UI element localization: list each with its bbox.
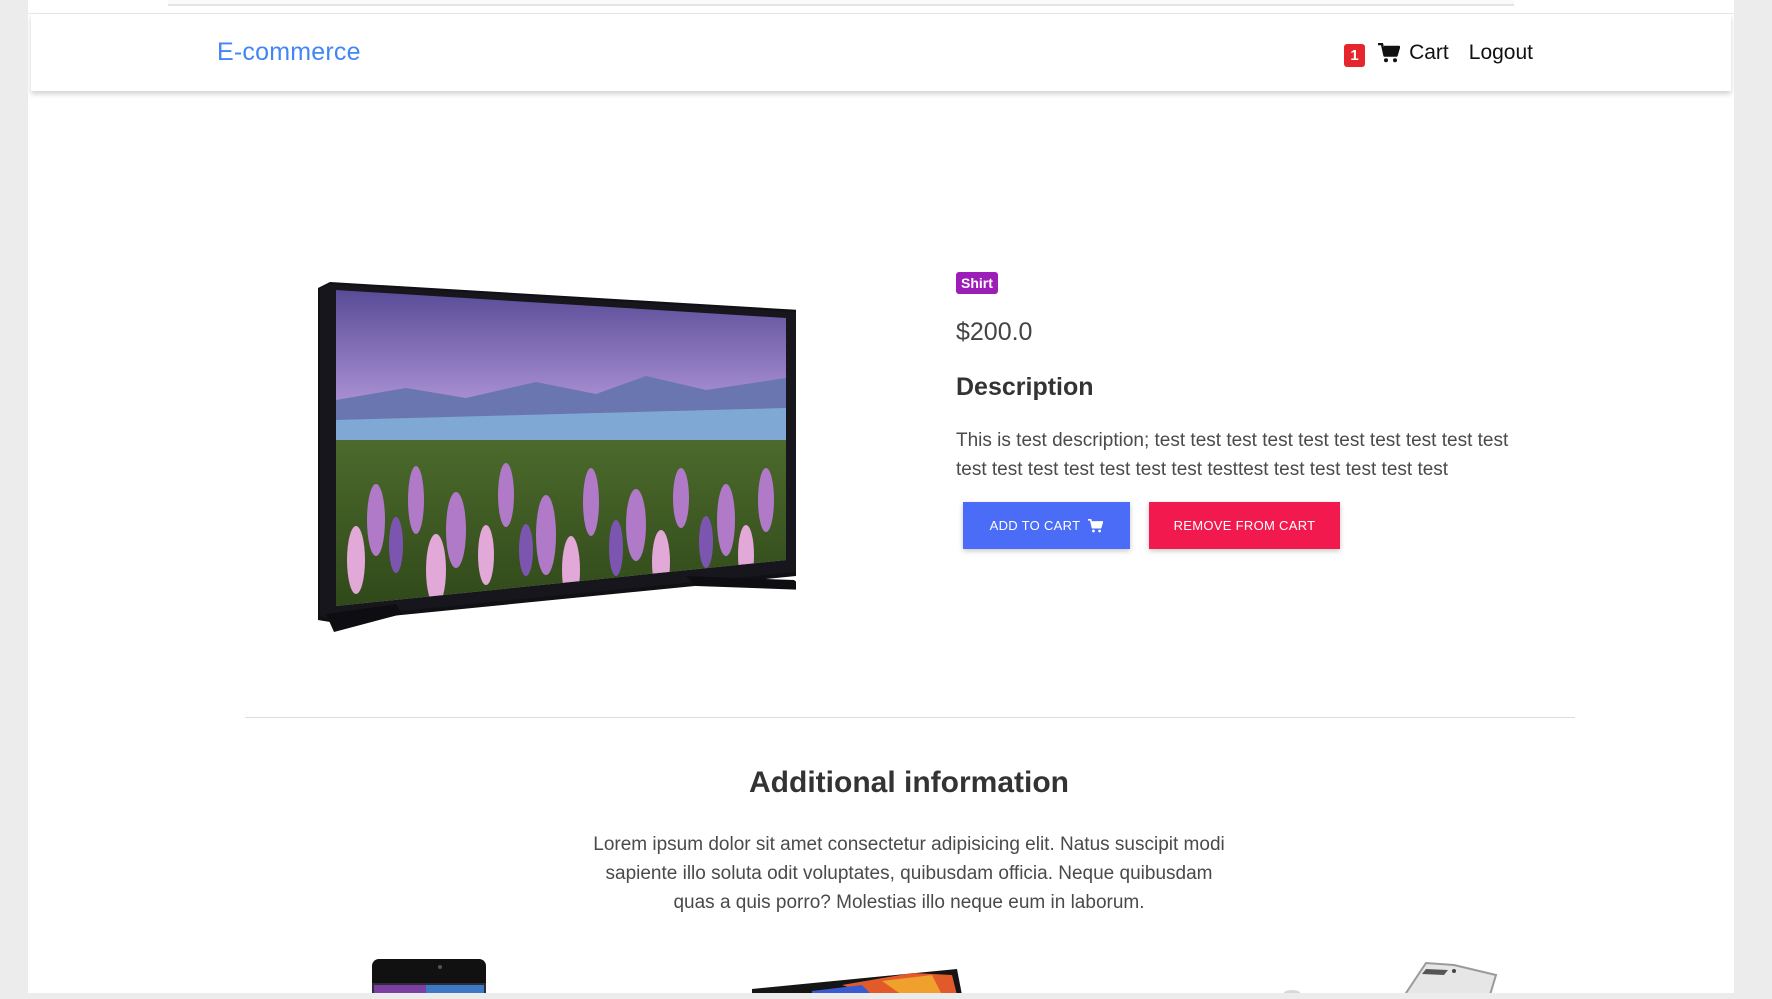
product-description: This is test description; test test test…: [956, 430, 1509, 480]
additional-information-heading: Additional information: [749, 766, 1069, 799]
shopping-cart-icon: [1378, 42, 1401, 62]
product-price: $200.0: [956, 318, 1033, 346]
browser-viewport: E-commerce 1 Cart Logout Shirt $200.0 De…: [28, 0, 1734, 993]
nav-right: 1 Cart Logout: [1344, 38, 1533, 67]
smartphone-thumbnail-image: [1284, 961, 1498, 993]
add-to-cart-button[interactable]: ADD TO CART: [963, 502, 1130, 549]
section-divider: [245, 717, 1575, 718]
logout-link[interactable]: Logout: [1469, 41, 1533, 65]
remove-from-cart-button[interactable]: REMOVE FROM CART: [1149, 502, 1340, 549]
navbar: E-commerce 1 Cart Logout: [31, 14, 1731, 91]
add-to-cart-label: ADD TO CART: [989, 518, 1081, 533]
cart-count-badge: 1: [1344, 44, 1366, 67]
brand-link[interactable]: E-commerce: [217, 38, 361, 67]
phone-thumbnail-image: [372, 959, 486, 993]
top-strip: [168, 0, 1514, 6]
television-image: [318, 282, 796, 632]
category-badge: Shirt: [956, 272, 998, 294]
shopping-cart-icon: [1088, 518, 1104, 532]
cart-link[interactable]: Cart: [1378, 41, 1449, 65]
additional-information-text: Lorem ipsum dolor sit amet consectetur a…: [593, 834, 1225, 913]
remove-from-cart-label: REMOVE FROM CART: [1173, 518, 1316, 533]
laptop-thumbnail-image: [752, 969, 962, 993]
description-heading: Description: [956, 373, 1094, 401]
cart-label: Cart: [1409, 40, 1449, 64]
